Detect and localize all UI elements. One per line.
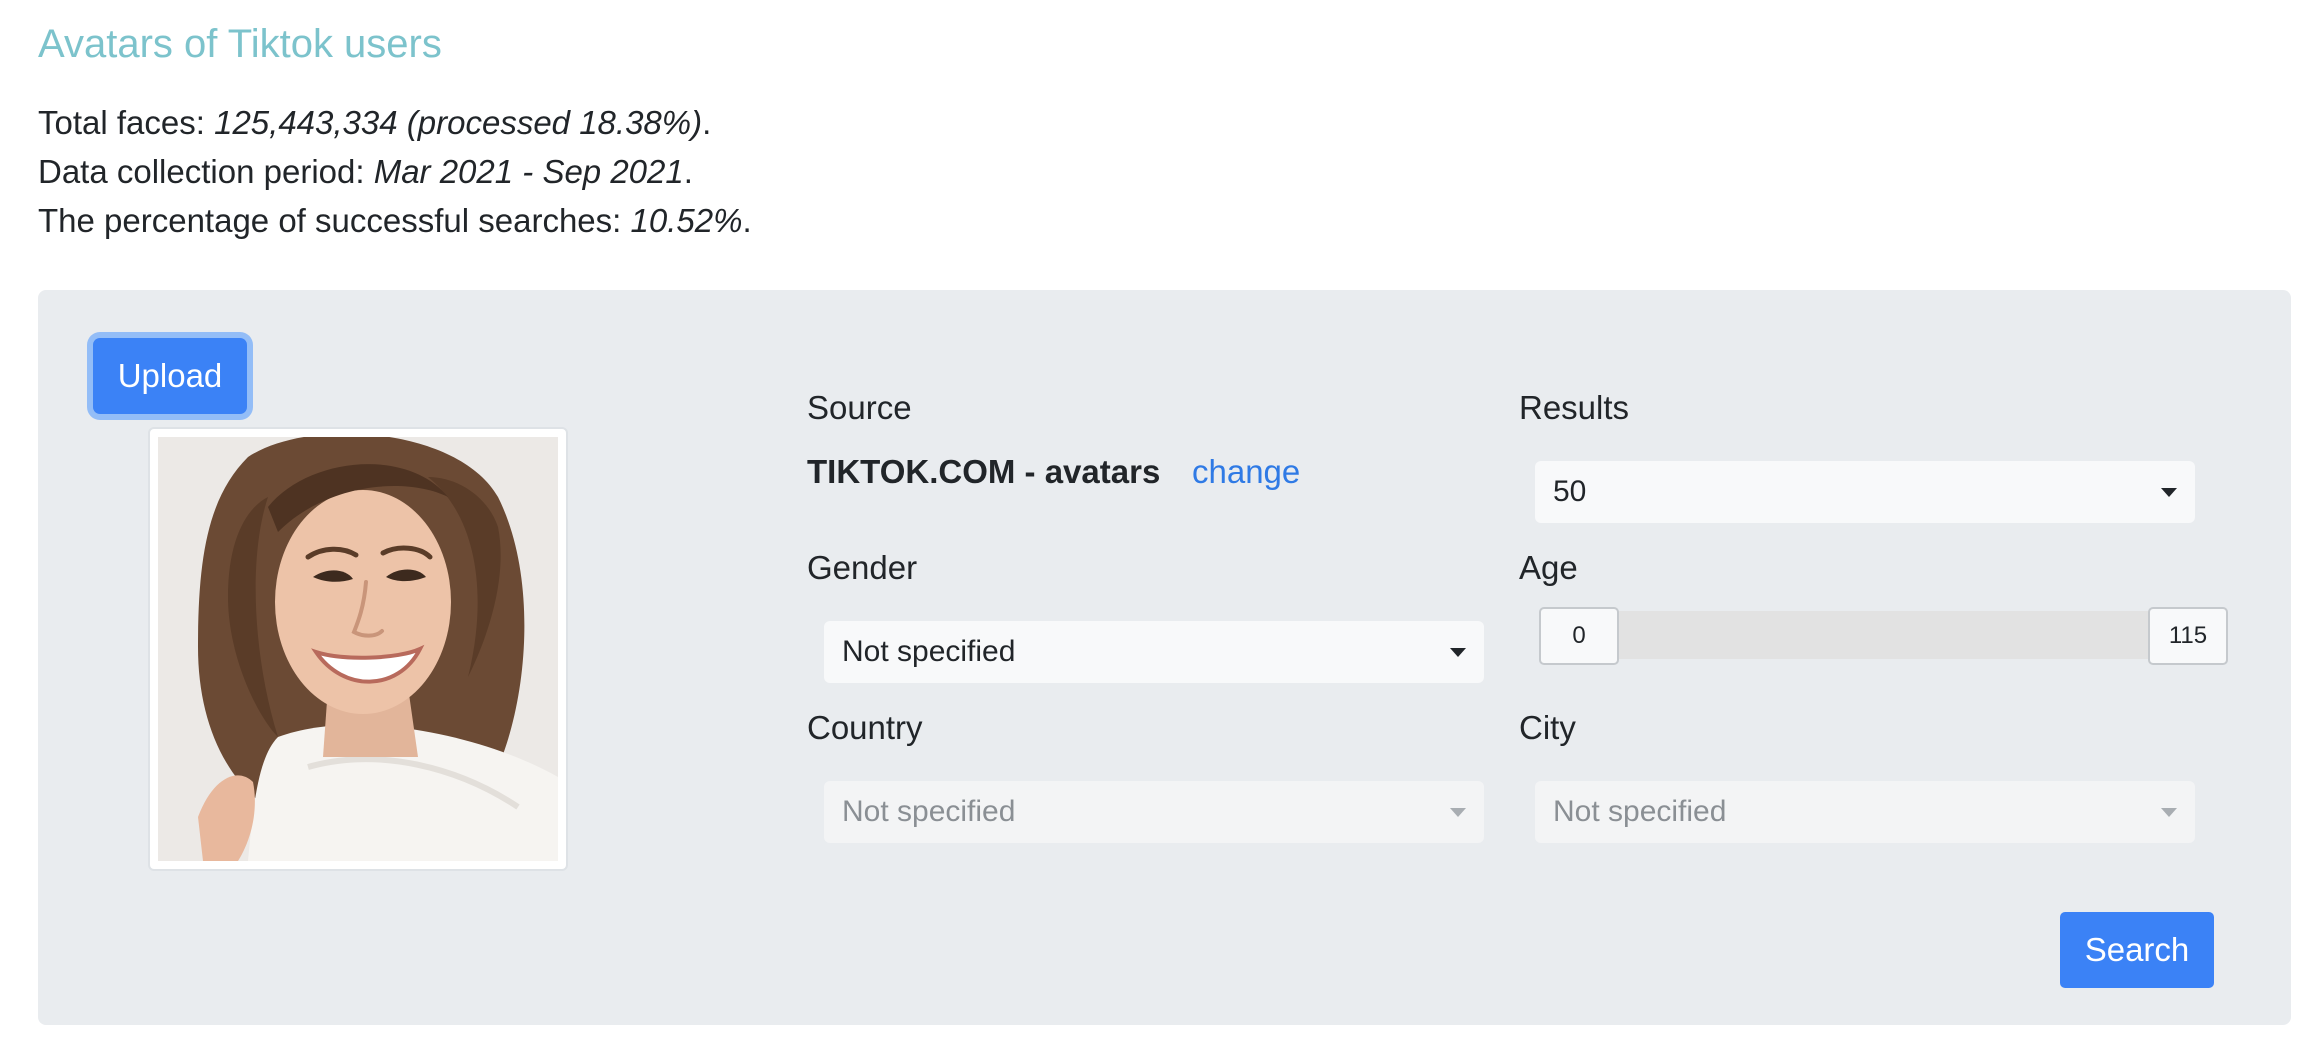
change-source-link[interactable]: change bbox=[1192, 453, 1300, 491]
age-label: Age bbox=[1519, 549, 1578, 586]
city-select-value: Not specified bbox=[1553, 795, 1727, 828]
search-button[interactable]: Search bbox=[2060, 912, 2214, 988]
country-select[interactable]: Not specified bbox=[824, 781, 1484, 843]
stats-summary: Total faces: 125,443,334 (processed 18.3… bbox=[38, 98, 752, 245]
results-label: Results bbox=[1519, 389, 1630, 426]
stat-suffix: . bbox=[742, 202, 752, 239]
age-min-handle[interactable]: 0 bbox=[1539, 607, 1619, 665]
caret-down-icon bbox=[1450, 808, 1466, 817]
stat-label: Total faces: bbox=[38, 104, 215, 141]
city-select[interactable]: Not specified bbox=[1535, 781, 2195, 843]
uploaded-photo-frame bbox=[148, 427, 568, 871]
country-label: Country bbox=[807, 709, 923, 746]
gender-label: Gender bbox=[807, 549, 918, 586]
stat-value: 10.52% bbox=[630, 202, 743, 239]
stat-label: Data collection period: bbox=[38, 153, 374, 190]
stat-total-faces: Total faces: 125,443,334 (processed 18.3… bbox=[38, 98, 752, 147]
source-label: Source bbox=[807, 389, 912, 426]
stat-value: 125,443,334 (processed 18.38%) bbox=[214, 104, 703, 141]
source-value: TIKTOK.COM - avatars bbox=[807, 453, 1161, 490]
caret-down-icon bbox=[1450, 648, 1466, 657]
stat-suffix: . bbox=[683, 153, 693, 190]
caret-down-icon bbox=[2161, 488, 2177, 497]
results-select-value: 50 bbox=[1553, 475, 1587, 508]
gender-select[interactable]: Not specified bbox=[824, 621, 1484, 683]
stat-collection-period: Data collection period: Mar 2021 - Sep 2… bbox=[38, 147, 752, 196]
stat-label: The percentage of successful searches: bbox=[38, 202, 631, 239]
age-max-handle[interactable]: 115 bbox=[2148, 607, 2228, 665]
age-range-slider[interactable] bbox=[1598, 611, 2168, 659]
results-select[interactable]: 50 bbox=[1535, 461, 2195, 523]
upload-button[interactable]: Upload bbox=[93, 338, 247, 414]
search-panel: Upload Source TIKTOK.COM - avatars chang… bbox=[38, 290, 2291, 1025]
city-label: City bbox=[1519, 709, 1576, 746]
gender-select-value: Not specified bbox=[842, 635, 1016, 668]
country-select-value: Not specified bbox=[842, 795, 1016, 828]
stat-value: Mar 2021 - Sep 2021 bbox=[373, 153, 684, 190]
stat-success-rate: The percentage of successful searches: 1… bbox=[38, 196, 752, 245]
uploaded-face-photo bbox=[158, 437, 558, 861]
caret-down-icon bbox=[2161, 808, 2177, 817]
stat-suffix: . bbox=[702, 104, 712, 141]
page-title: Avatars of Tiktok users bbox=[38, 22, 442, 66]
